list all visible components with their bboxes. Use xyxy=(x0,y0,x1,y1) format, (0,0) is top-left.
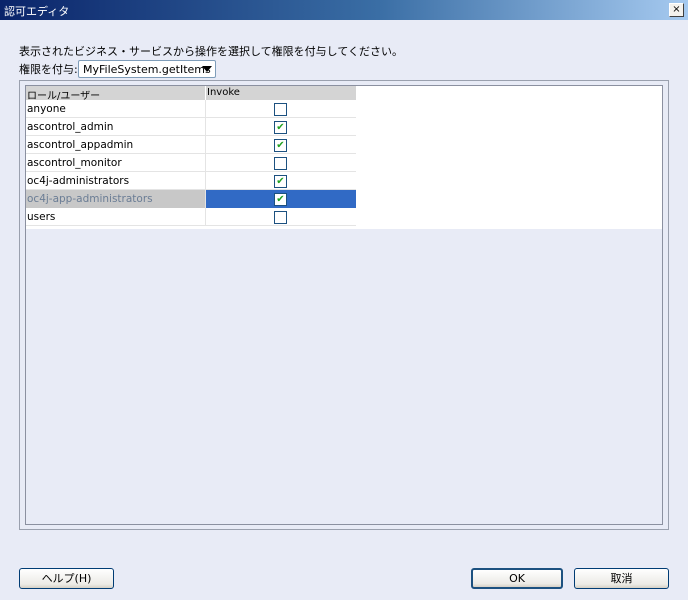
permissions-table: ロール/ユーザー Invoke anyone ascontrol_admin ✔ as… xyxy=(26,86,662,229)
invoke-checkbox[interactable] xyxy=(274,157,287,170)
table-row[interactable]: ascontrol_admin ✔ xyxy=(26,118,356,136)
invoke-cell[interactable]: ✔ xyxy=(206,136,356,154)
operation-select-value: MyFileSystem.getItems xyxy=(83,63,211,76)
role-name-cell[interactable]: ascontrol_monitor xyxy=(26,154,206,172)
role-name-cell[interactable]: oc4j-administrators xyxy=(26,172,206,190)
invoke-checkbox[interactable] xyxy=(274,103,287,116)
role-name-cell[interactable]: ascontrol_admin xyxy=(26,118,206,136)
invoke-cell[interactable] xyxy=(206,154,356,172)
invoke-checkbox-checked[interactable]: ✔ xyxy=(274,121,287,134)
invoke-cell[interactable]: ✔ xyxy=(206,172,356,190)
invoke-checkbox-checked[interactable]: ✔ xyxy=(274,193,287,206)
title-bar: 認可エディタ × xyxy=(0,0,688,20)
table-row[interactable]: oc4j-app-administrators ✔ xyxy=(26,190,356,208)
chevron-down-icon xyxy=(202,66,212,72)
instruction-text: 表示されたビジネス・サービスから操作を選択して権限を付与してください。 xyxy=(19,45,404,58)
table-row[interactable]: oc4j-administrators ✔ xyxy=(26,172,356,190)
table-row[interactable]: users xyxy=(26,208,356,226)
invoke-cell[interactable] xyxy=(206,100,356,118)
close-icon[interactable]: × xyxy=(669,3,684,17)
grant-permission-label: 権限を付与: xyxy=(19,63,78,76)
role-name-cell[interactable]: users xyxy=(26,208,206,226)
invoke-checkbox-checked[interactable]: ✔ xyxy=(274,175,287,188)
column-divider[interactable] xyxy=(205,86,206,100)
invoke-cell[interactable]: ✔ xyxy=(206,118,356,136)
help-button[interactable]: ヘルプ(H) xyxy=(19,568,114,589)
permissions-panel: ロール/ユーザー Invoke anyone ascontrol_admin ✔ as… xyxy=(19,80,669,530)
column-header-invoke[interactable]: Invoke xyxy=(207,87,240,98)
table-row[interactable]: ascontrol_monitor xyxy=(26,154,356,172)
role-name-cell[interactable]: oc4j-app-administrators xyxy=(26,190,206,208)
role-name-cell[interactable]: ascontrol_appadmin xyxy=(26,136,206,154)
operation-select[interactable]: MyFileSystem.getItems xyxy=(78,60,216,78)
window-title: 認可エディタ xyxy=(4,5,70,18)
table-row[interactable]: anyone xyxy=(26,100,356,118)
invoke-cell[interactable]: ✔ xyxy=(206,190,356,208)
table-row[interactable]: ascontrol_appadmin ✔ xyxy=(26,136,356,154)
permissions-table-frame: ロール/ユーザー Invoke anyone ascontrol_admin ✔ as… xyxy=(25,85,663,525)
invoke-cell[interactable] xyxy=(206,208,356,226)
table-header: ロール/ユーザー Invoke xyxy=(26,86,356,102)
cancel-button[interactable]: 取消 xyxy=(574,568,669,589)
role-name-cell[interactable]: anyone xyxy=(26,100,206,118)
invoke-checkbox-checked[interactable]: ✔ xyxy=(274,139,287,152)
invoke-checkbox[interactable] xyxy=(274,211,287,224)
ok-button[interactable]: OK xyxy=(471,568,563,589)
